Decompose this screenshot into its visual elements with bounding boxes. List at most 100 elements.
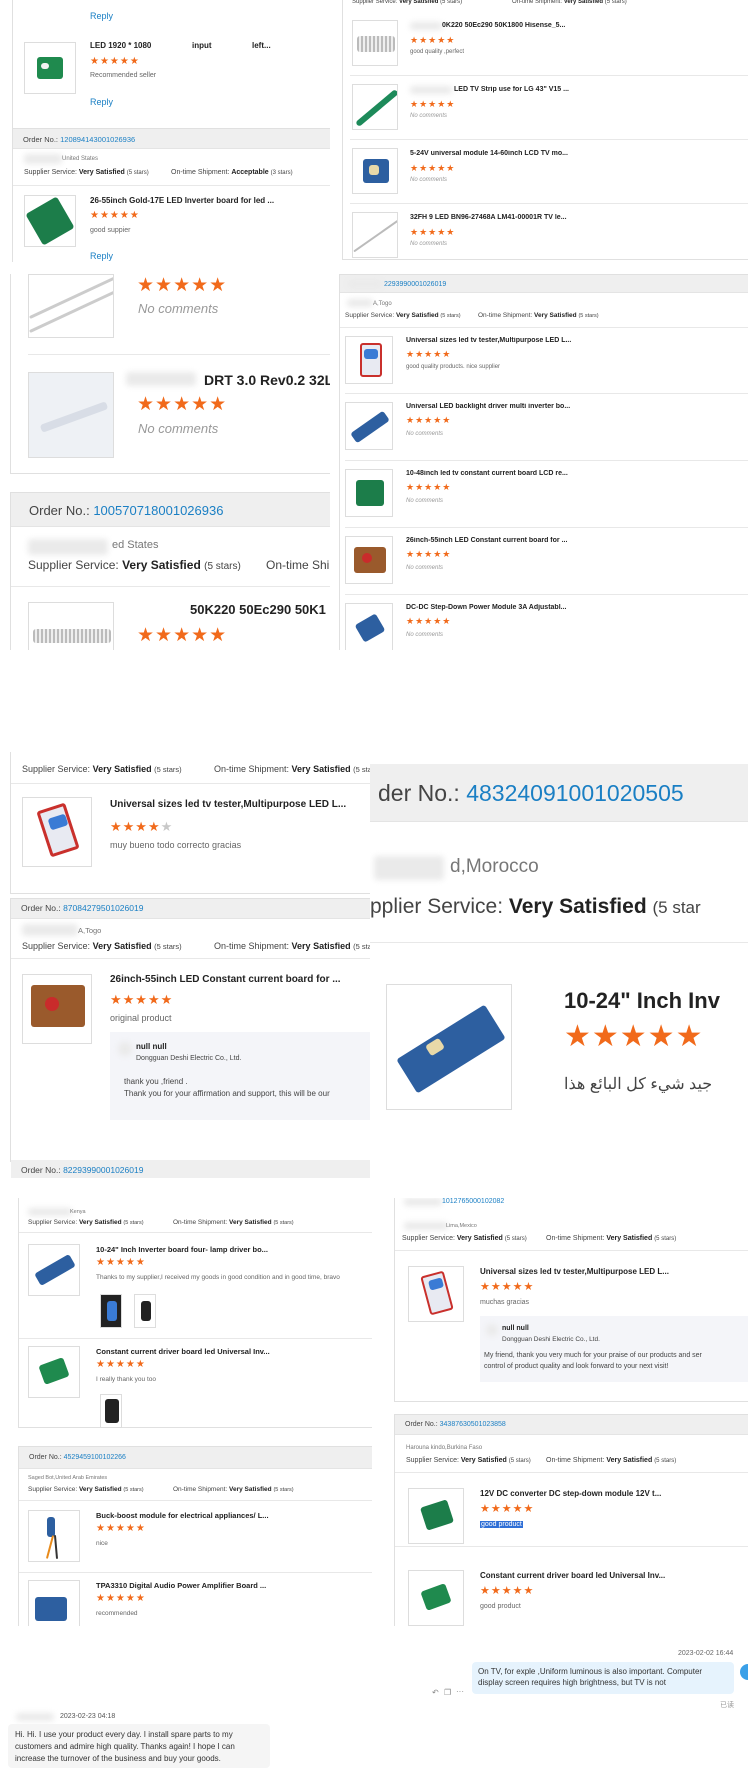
product-thumbnail[interactable] [408,1266,464,1322]
product-thumbnail[interactable] [28,1346,80,1398]
star-rating: ★★★★★ [137,625,228,646]
divider [19,1572,372,1573]
undo-icon[interactable]: ↶ [432,1688,439,1697]
product-title[interactable]: 26inch-55inch LED Constant current board… [110,974,341,985]
received-message-bubble[interactable]: Hi. Hi. I use your product every day. I … [8,1724,270,1768]
order-number-link[interactable]: 2293990001026019 [384,281,446,288]
star-rating: ★★★★★ [96,1257,146,1268]
order-number-link[interactable]: 4529459100102266 [64,1454,126,1461]
order-number-link[interactable]: 34387630501023858 [440,1421,506,1428]
star-rating: ★★★★★ [480,1281,535,1293]
product-thumbnail[interactable] [22,797,92,867]
product-title[interactable]: 0K220 50Ec290 50K1800 Hisense_5... [442,22,565,29]
reply-link[interactable]: Reply [90,11,113,21]
review-photo[interactable] [134,1294,156,1328]
product-title[interactable]: Universal sizes led tv tester,Multipurpo… [406,337,571,344]
panel-review-8: 1012765000102082 Lima,Mexico Supplier Se… [392,1198,748,1626]
divider [350,203,748,204]
order-number-link[interactable]: 120894143001026936 [60,135,135,144]
product-thumbnail[interactable] [345,469,393,517]
review-photo[interactable] [100,1394,122,1428]
customer-location: Saged Bot,United Arab Emirates [28,1475,108,1481]
order-number-link[interactable]: 87084279501026019 [63,903,143,913]
ontime-shipment-label: On-time Shi [266,558,330,572]
product-title[interactable]: 26inch-55inch LED Constant current board… [406,537,567,544]
star-rating: ★★★★★ [96,1523,146,1534]
product-thumbnail[interactable] [345,536,393,584]
product-title[interactable]: 50K220 50Ec290 50K1 [190,602,326,617]
order-number-link[interactable]: 82293990001026019 [63,1165,143,1175]
order-header: der No.: 48324091001020505 [370,764,748,822]
reply-link[interactable]: Reply [90,97,113,107]
product-title[interactable]: LED 1920 * 1080 [90,41,151,50]
order-label: Order No.: [23,135,59,144]
product-title[interactable]: 32FH 9 LED BN96-27468A LM41-00001R TV le… [410,214,567,221]
product-title[interactable]: 12V DC converter DC step-down module 12V… [480,1489,661,1498]
product-thumbnail[interactable] [408,1570,464,1626]
product-thumbnail[interactable] [28,1580,80,1626]
review-comment: good product [480,1603,521,1610]
sent-message-bubble[interactable]: On TV, for exple ,Uniform luminous is al… [472,1662,734,1694]
product-thumbnail[interactable] [28,1510,80,1562]
product-thumbnail[interactable] [22,974,92,1044]
product-thumbnail[interactable] [28,372,114,458]
order-card [342,0,748,260]
product-thumbnail[interactable] [345,603,393,650]
order-number-link[interactable]: 100570718001026936 [93,503,223,518]
star-rating: ★★★★★ [410,227,456,237]
divider [11,783,370,784]
no-comments-text: No comments [406,431,444,437]
review-comment-selected: good product [480,1521,523,1528]
product-thumbnail[interactable] [352,148,398,194]
product-title[interactable]: Constant current driver board led Univer… [480,1571,665,1580]
supplier-service-row: Supplier Service: Very Satisfied (5 star… [28,558,241,572]
product-title[interactable]: 5-24V universal module 14-60inch LCD TV … [410,150,568,157]
review-comment: muy bueno todo correcto gracias [110,840,242,850]
no-comments-text: No comments [406,498,444,504]
customer-avatar [24,154,62,164]
product-thumbnail[interactable] [352,84,398,130]
product-title[interactable]: 10-24" Inch Inv [564,988,720,1014]
product-thumbnail[interactable] [28,274,114,338]
star-rating: ★★★★★ [406,349,452,359]
product-thumbnail[interactable] [352,20,398,66]
product-thumbnail[interactable] [28,602,114,650]
product-thumbnail[interactable] [24,42,76,94]
more-icon[interactable]: ··· [456,1687,464,1696]
order-number-link[interactable]: 1012765000102082 [442,1198,504,1205]
reply-link[interactable]: Reply [90,251,113,261]
product-title[interactable]: Universal LED backlight driver multi inv… [406,403,570,410]
quote-icon[interactable]: ❐ [444,1688,451,1697]
product-title[interactable]: Constant current driver board led Univer… [96,1347,270,1356]
product-thumbnail[interactable] [408,1488,464,1544]
product-title[interactable]: Universal sizes led tv tester,Multipurpo… [480,1267,669,1276]
product-thumbnail[interactable] [386,984,512,1110]
supplier-service-row: Supplier Service: Very Satisfied (5 star… [352,0,463,5]
customer-avatar [347,299,373,307]
product-title[interactable]: 26-55inch Gold-17E LED Inverter board fo… [90,196,274,205]
product-thumbnail[interactable] [352,212,398,258]
product-title[interactable]: 10-48inch led tv constant current board … [406,470,568,477]
divider [370,942,748,943]
divider [345,527,748,528]
product-title-part[interactable]: input [192,41,212,50]
seller-company: Dongguan Deshi Electric Co., Ltd. [502,1336,600,1343]
product-title[interactable]: DRT 3.0 Rev0.2 32LE [204,372,330,388]
customer-location: Harouna kindo,Burkina Faso [406,1445,483,1451]
product-title[interactable]: 10-24" Inch Inverter board four- lamp dr… [96,1245,268,1254]
product-thumbnail[interactable] [345,402,393,450]
product-title[interactable]: Buck-boost module for electrical applian… [96,1511,269,1520]
product-title[interactable]: DC-DC Step-Down Power Module 3A Adjustab… [406,604,566,611]
seller-company: Dongguan Deshi Electric Co., Ltd. [136,1055,242,1062]
panel-review-6: der No.: 48324091001020505 d,Morocco ppl… [370,752,748,1178]
product-title-part[interactable]: left... [252,41,271,50]
product-thumbnail[interactable] [345,336,393,384]
reply-line: control of product quality and look forw… [484,1363,669,1370]
review-photo[interactable] [100,1294,122,1328]
product-thumbnail[interactable] [24,195,76,247]
order-number-link[interactable]: 48324091001020505 [466,780,683,806]
product-title[interactable]: Universal sizes led tv tester,Multipurpo… [110,799,346,810]
product-title[interactable]: LED TV Strip use for LG 43" V15 ... [454,86,569,93]
product-thumbnail[interactable] [28,1244,80,1296]
product-title[interactable]: TPA3310 Digital Audio Power Amplifier Bo… [96,1581,266,1590]
